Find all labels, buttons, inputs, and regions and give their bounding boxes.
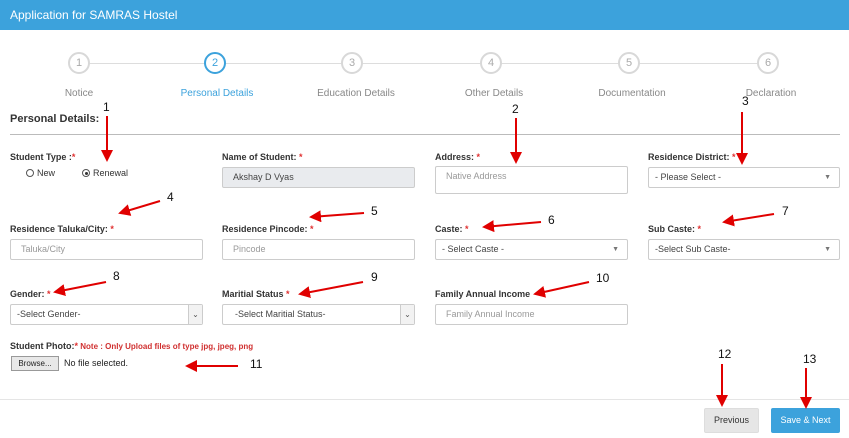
annotation-arrow-10 (533, 281, 590, 298)
annotation-arrow-5 (309, 210, 365, 223)
annotation-arrows (53, 112, 812, 409)
annotation-arrow-9 (298, 281, 364, 299)
annotation-arrow-4 (118, 200, 161, 216)
annotation-arrow-8 (53, 281, 107, 296)
annotation-arrow-7 (722, 213, 775, 227)
annotation-arrow-6 (482, 220, 542, 233)
